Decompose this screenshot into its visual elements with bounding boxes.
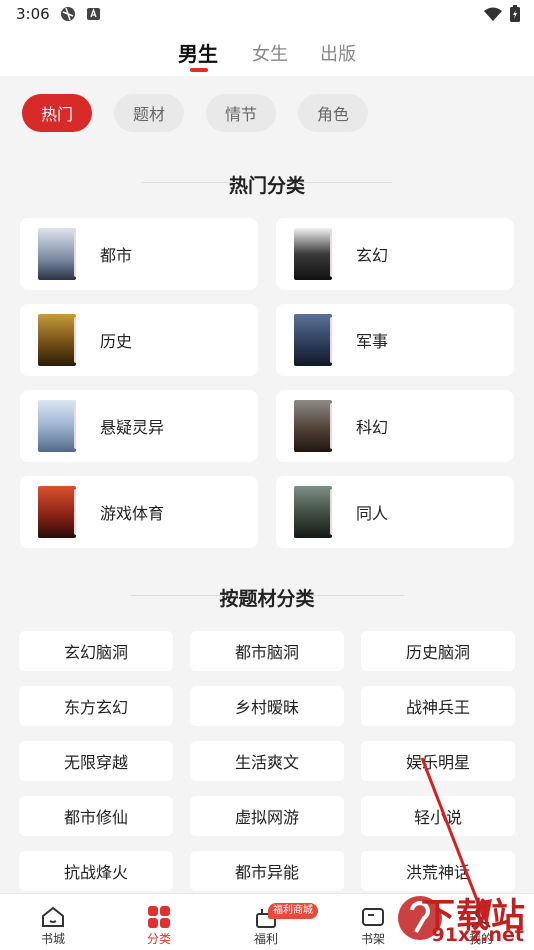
theme-tag[interactable]: 轻小说	[361, 796, 515, 836]
browser-icon	[61, 7, 75, 21]
category-label: 游戏体育	[100, 504, 165, 523]
theme-tag[interactable]: 战神兵王	[361, 686, 515, 726]
category-card[interactable]: 都市	[20, 218, 258, 290]
category-label: 历史	[100, 332, 133, 351]
welfare-mall-badge: 福利商城	[268, 903, 318, 919]
theme-tag[interactable]: 虚拟网游	[190, 796, 344, 836]
home-icon	[42, 906, 64, 927]
category-label: 同人	[356, 504, 389, 523]
theme-tag[interactable]: 东方玄幻	[19, 686, 173, 726]
nav-label: 分类	[146, 932, 171, 946]
tab-male[interactable]: 男生	[178, 38, 218, 67]
category-label: 悬疑灵异	[100, 418, 165, 437]
book-cover	[294, 314, 332, 366]
gender-tabs: 男生 女生 出版	[0, 30, 534, 76]
battery-icon	[510, 5, 520, 22]
filter-chips: 热门 题材 情节 角色	[0, 76, 534, 150]
wifi-icon	[484, 7, 502, 21]
divider-left	[142, 182, 236, 183]
category-card[interactable]: 科幻	[276, 390, 514, 462]
book-cover	[38, 400, 76, 452]
book-cover	[294, 228, 332, 280]
bookshelf-icon	[362, 908, 384, 926]
theme-tag[interactable]: 无限穿越	[19, 741, 173, 781]
book-cover	[38, 228, 76, 280]
category-label: 玄幻	[356, 246, 389, 265]
app-notification-icon	[87, 8, 100, 20]
theme-tag[interactable]: 玄幻脑洞	[19, 631, 173, 671]
chip-theme[interactable]: 题材	[114, 94, 184, 132]
status-time: 3:06	[16, 5, 50, 23]
nav-category[interactable]: 分类	[124, 894, 194, 950]
book-cover	[38, 314, 76, 366]
nav-label: 书架	[360, 932, 385, 946]
tab-female[interactable]: 女生	[252, 40, 288, 66]
category-card[interactable]: 同人	[276, 476, 514, 548]
nav-label: 福利	[253, 932, 278, 946]
divider-left	[130, 595, 224, 596]
status-bar: 3:06	[0, 0, 534, 30]
theme-section-title: 按题材分类	[219, 588, 315, 610]
divider-right	[310, 595, 404, 596]
book-cover	[294, 486, 332, 538]
book-cover	[294, 400, 332, 452]
theme-tag[interactable]: 乡村暧昧	[190, 686, 344, 726]
theme-tag[interactable]: 都市异能	[190, 851, 344, 891]
chip-plot[interactable]: 情节	[206, 94, 276, 132]
book-cover	[38, 486, 76, 538]
theme-tag[interactable]: 都市脑洞	[190, 631, 344, 671]
theme-tag[interactable]: 历史脑洞	[361, 631, 515, 671]
chip-hot[interactable]: 热门	[22, 94, 92, 132]
status-right	[484, 5, 520, 22]
theme-tag[interactable]: 都市修仙	[19, 796, 173, 836]
category-card[interactable]: 历史	[20, 304, 258, 376]
divider-right	[298, 182, 392, 183]
nav-label: 书城	[40, 932, 65, 946]
category-icon	[148, 906, 170, 928]
hot-section-title-row: 热门分类	[0, 171, 534, 198]
category-card[interactable]: 游戏体育	[20, 476, 258, 548]
nav-bookstore[interactable]: 书城	[18, 894, 88, 950]
theme-section-title-row: 按题材分类	[0, 584, 534, 611]
watermark-url: 91xz.net	[431, 924, 524, 946]
category-label: 军事	[356, 332, 389, 351]
category-label: 科幻	[356, 418, 389, 437]
theme-tag[interactable]: 娱乐明星	[361, 741, 515, 781]
hot-section-title: 热门分类	[228, 175, 305, 197]
active-tab-indicator	[190, 68, 208, 72]
theme-tag[interactable]: 抗战烽火	[19, 851, 173, 891]
category-label: 都市	[100, 246, 133, 265]
category-card[interactable]: 玄幻	[276, 218, 514, 290]
chip-role[interactable]: 角色	[298, 94, 368, 132]
category-card[interactable]: 军事	[276, 304, 514, 376]
category-card[interactable]: 悬疑灵异	[20, 390, 258, 462]
theme-tag[interactable]: 生活爽文	[190, 741, 344, 781]
tab-publish[interactable]: 出版	[320, 40, 356, 66]
